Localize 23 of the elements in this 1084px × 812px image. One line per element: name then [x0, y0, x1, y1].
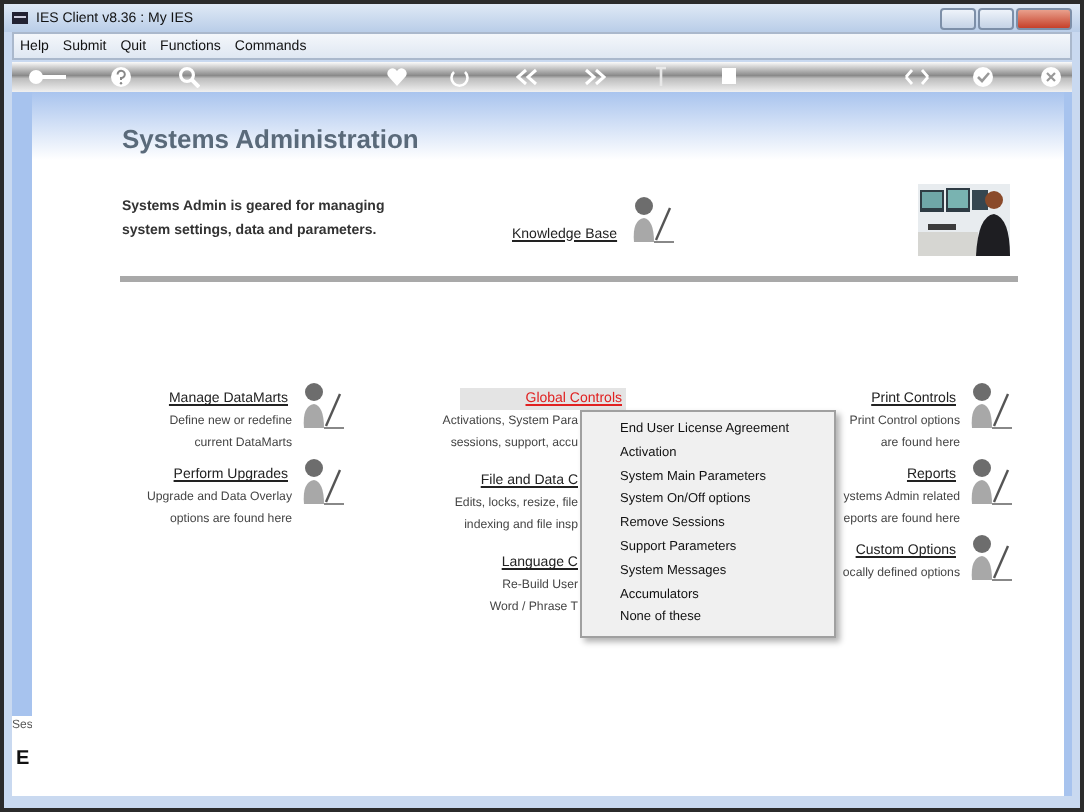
- search-icon[interactable]: [178, 66, 200, 88]
- minimize-button[interactable]: [940, 7, 976, 29]
- heart-icon[interactable]: [386, 66, 408, 88]
- stop-icon[interactable]: [720, 66, 738, 88]
- swap-icon[interactable]: [904, 66, 930, 88]
- help-icon[interactable]: [110, 66, 132, 88]
- figure-icon: [298, 382, 346, 430]
- refresh-icon[interactable]: [448, 66, 470, 88]
- close-button[interactable]: [1016, 7, 1072, 29]
- app-icon: [12, 10, 28, 26]
- pin-icon[interactable]: [652, 66, 670, 88]
- figure-icon: [966, 534, 1014, 582]
- key-icon[interactable]: [28, 66, 68, 88]
- close-icon[interactable]: [1040, 66, 1062, 88]
- forward-icon[interactable]: [584, 66, 606, 88]
- figure-icon: [966, 458, 1014, 506]
- check-icon[interactable]: [972, 66, 994, 88]
- maximize-button[interactable]: [978, 7, 1014, 29]
- figure-icon: [966, 382, 1014, 430]
- side-panel-letter: E: [16, 748, 30, 770]
- back-icon[interactable]: [516, 66, 538, 88]
- page-title: Systems Administration: [122, 124, 419, 154]
- figure-icon: [298, 458, 346, 506]
